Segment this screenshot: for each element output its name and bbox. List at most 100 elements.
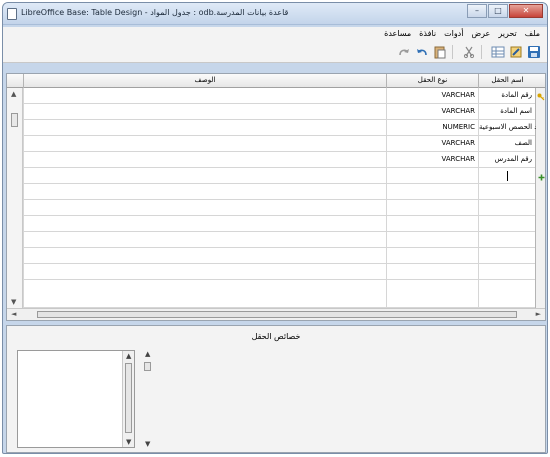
description-cell[interactable] xyxy=(23,248,386,264)
menu-tools[interactable]: أدوات xyxy=(440,27,467,38)
field-properties-box: ▲ ▼ xyxy=(17,350,135,448)
field-properties-title: خصائص الحقل xyxy=(251,332,301,341)
table-row[interactable] xyxy=(23,200,535,216)
field-type-cell[interactable] xyxy=(386,232,478,248)
field-name-cell[interactable] xyxy=(478,200,536,216)
text-cursor xyxy=(507,171,508,181)
field-name-cell[interactable] xyxy=(478,232,536,248)
column-header-field-type[interactable]: نوع الحقل xyxy=(386,74,478,88)
table-row[interactable] xyxy=(23,232,535,248)
save-icon[interactable] xyxy=(527,45,541,59)
table-icon[interactable] xyxy=(491,45,505,59)
field-type-cell[interactable] xyxy=(386,280,478,308)
scroll-up-icon[interactable]: ▲ xyxy=(11,90,16,98)
description-cell[interactable] xyxy=(23,136,386,152)
primary-key-icon xyxy=(537,93,545,101)
help-scrollbar[interactable]: ▲ ▼ xyxy=(143,350,153,448)
grid-header: الوصف نوع الحقل اسم الحقل xyxy=(7,74,545,88)
minimize-button[interactable]: – xyxy=(467,4,487,18)
scroll-down-icon[interactable]: ▼ xyxy=(11,298,16,306)
menu-window[interactable]: نافذة xyxy=(415,27,440,38)
new-record-icon xyxy=(538,174,545,181)
field-properties-panel: خصائص الحقل ▲ ▼ ▲ ▼ xyxy=(6,325,546,453)
edit-icon[interactable] xyxy=(509,45,523,59)
menu-help[interactable]: مساعدة xyxy=(380,27,415,38)
scroll-down-icon[interactable]: ▼ xyxy=(126,438,131,446)
field-type-cell[interactable]: VARCHAR xyxy=(386,136,478,152)
description-cell[interactable] xyxy=(23,280,386,308)
table-row[interactable]: VARCHAR رقم المدرس xyxy=(23,152,535,168)
description-cell[interactable] xyxy=(23,120,386,136)
description-cell[interactable] xyxy=(23,184,386,200)
app-window: قاعدة بيانات المدرسة.odb : جدول المواد -… xyxy=(2,2,548,454)
undo-icon[interactable] xyxy=(415,45,429,59)
description-cell[interactable] xyxy=(23,200,386,216)
description-cell[interactable] xyxy=(23,168,386,184)
field-type-cell[interactable] xyxy=(386,264,478,280)
field-type-cell[interactable]: NUMERIC xyxy=(386,120,478,136)
table-row[interactable] xyxy=(23,248,535,264)
scroll-up-icon[interactable]: ▲ xyxy=(145,350,150,358)
table-row[interactable] xyxy=(23,184,535,200)
redo-icon[interactable] xyxy=(397,45,411,59)
scroll-down-icon[interactable]: ▼ xyxy=(145,440,150,448)
field-type-cell[interactable] xyxy=(386,168,478,184)
paste-icon[interactable] xyxy=(433,45,447,59)
field-name-cell[interactable] xyxy=(478,184,536,200)
description-cell[interactable] xyxy=(23,88,386,104)
field-name-cell[interactable] xyxy=(478,248,536,264)
table-row[interactable]: NUMERIC عدد الحصص الاسبوعية xyxy=(23,120,536,136)
scroll-thumb[interactable] xyxy=(144,362,151,371)
scroll-thumb[interactable] xyxy=(37,311,517,318)
field-type-cell[interactable]: VARCHAR xyxy=(386,152,478,168)
field-type-cell[interactable]: VARCHAR xyxy=(386,104,478,120)
toolbar-separator xyxy=(481,45,482,59)
column-header-field-name[interactable]: اسم الحقل xyxy=(478,74,536,88)
table-row[interactable] xyxy=(23,168,535,184)
field-name-cell[interactable] xyxy=(478,216,536,232)
scroll-right-icon[interactable]: ► xyxy=(536,310,541,318)
table-row[interactable]: VARCHAR الصف xyxy=(23,136,535,152)
menu-view[interactable]: عرض xyxy=(467,27,494,38)
table-row[interactable] xyxy=(23,264,535,280)
field-name-cell[interactable]: رقم المدرس xyxy=(478,152,536,168)
column-header-description[interactable]: الوصف xyxy=(23,74,386,88)
grid-horizontal-scrollbar[interactable]: ◄ ► xyxy=(7,308,545,320)
scroll-thumb[interactable] xyxy=(11,113,18,127)
table-row[interactable]: VARCHAR رقم المادة xyxy=(23,88,535,104)
table-row[interactable]: VARCHAR اسم المادة xyxy=(23,104,535,120)
cut-icon[interactable] xyxy=(462,45,476,59)
scroll-left-icon[interactable]: ◄ xyxy=(11,310,16,318)
description-cell[interactable] xyxy=(23,152,386,168)
scroll-thumb[interactable] xyxy=(125,363,132,433)
grid-vertical-scrollbar[interactable]: ▲ ▼ xyxy=(7,88,23,308)
table-row[interactable] xyxy=(23,280,535,308)
toolbar-separator xyxy=(452,45,453,59)
field-type-cell[interactable] xyxy=(386,184,478,200)
maximize-button[interactable]: □ xyxy=(488,4,508,18)
menu-file[interactable]: ملف xyxy=(521,27,544,38)
description-cell[interactable] xyxy=(23,264,386,280)
field-name-cell[interactable]: الصف xyxy=(478,136,536,152)
description-cell[interactable] xyxy=(23,232,386,248)
menu-bar: ملف تحرير عرض أدوات نافذة مساعدة xyxy=(3,27,547,41)
table-row[interactable] xyxy=(23,216,535,232)
title-bar: قاعدة بيانات المدرسة.odb : جدول المواد -… xyxy=(3,3,547,25)
field-type-cell[interactable]: VARCHAR xyxy=(386,88,478,104)
field-name-cell[interactable]: رقم المادة xyxy=(478,88,536,104)
field-name-cell[interactable] xyxy=(478,168,536,184)
description-cell[interactable] xyxy=(23,104,386,120)
field-name-cell[interactable] xyxy=(478,264,536,280)
description-cell[interactable] xyxy=(23,216,386,232)
field-type-cell[interactable] xyxy=(386,248,478,264)
scroll-up-icon[interactable]: ▲ xyxy=(126,352,131,360)
menu-edit[interactable]: تحرير xyxy=(494,27,520,38)
field-type-cell[interactable] xyxy=(386,216,478,232)
window-title: قاعدة بيانات المدرسة.odb : جدول المواد -… xyxy=(21,8,289,17)
field-name-cell[interactable]: اسم المادة xyxy=(478,104,536,120)
field-name-cell[interactable] xyxy=(478,280,536,308)
field-type-cell[interactable] xyxy=(386,200,478,216)
close-button[interactable]: ✕ xyxy=(509,4,543,18)
field-name-cell[interactable]: عدد الحصص الاسبوعية xyxy=(478,120,536,136)
properties-scrollbar[interactable]: ▲ ▼ xyxy=(122,351,134,447)
